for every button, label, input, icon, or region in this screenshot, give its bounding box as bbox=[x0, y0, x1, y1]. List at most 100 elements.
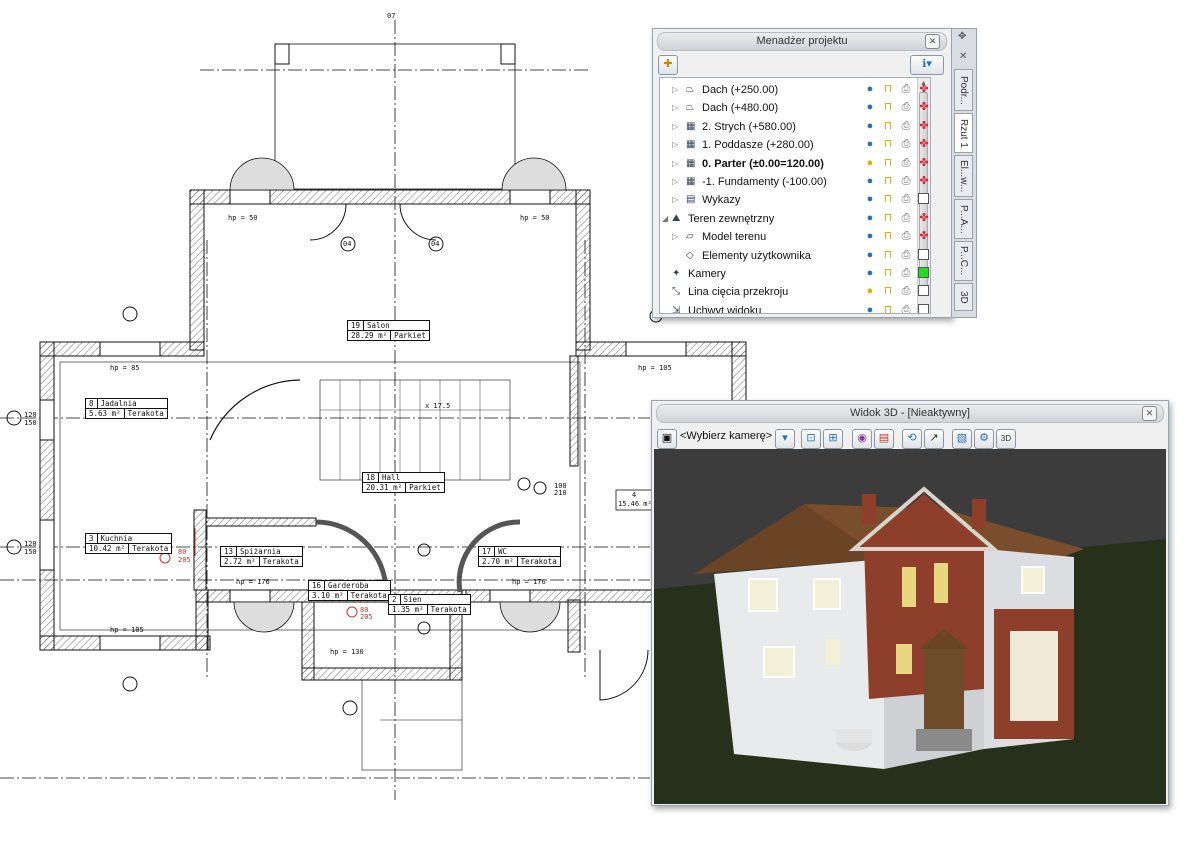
print-icon[interactable]: ⎙ bbox=[900, 138, 912, 150]
print-icon[interactable]: ⎙ bbox=[900, 120, 912, 132]
room-label-jadalnia[interactable]: 8 Jadalnia 5.63 m² Terakota bbox=[85, 398, 168, 419]
visibility-bulb-icon[interactable]: ● bbox=[864, 157, 876, 169]
print-icon[interactable]: ⎙ bbox=[900, 157, 912, 169]
tree-row[interactable]: ▷ ⏢ Dach (+250.00) ● ⊓ ⎙ ✤ bbox=[660, 81, 930, 99]
orbit-icon[interactable]: ⟲ bbox=[902, 429, 922, 449]
layer-colors-icon[interactable]: ✤ bbox=[918, 157, 930, 169]
print-icon[interactable]: ⎙ bbox=[900, 83, 912, 95]
print-icon[interactable]: ⎙ bbox=[900, 230, 912, 242]
lock-icon[interactable]: ⊓ bbox=[882, 157, 894, 169]
visibility-bulb-icon[interactable]: ● bbox=[864, 101, 876, 113]
tree-row[interactable]: ⇲ Uchwyt widoku ● ⊓ ⎙ bbox=[660, 302, 930, 313]
lock-icon[interactable]: ⊓ bbox=[882, 212, 894, 224]
expand-icon[interactable]: ▷ bbox=[672, 99, 680, 117]
display-options-icon[interactable]: ℹ▾ bbox=[910, 55, 944, 75]
close-icon[interactable]: ✕ bbox=[1142, 406, 1157, 421]
lock-icon[interactable]: ⊓ bbox=[882, 138, 894, 150]
tree-row[interactable]: ✦ Kamery ● ⊓ ⎙ bbox=[660, 265, 930, 283]
print-icon[interactable]: ⎙ bbox=[900, 267, 912, 279]
expand-icon[interactable]: ▷ bbox=[672, 136, 680, 154]
room-label-hall[interactable]: 18 Hall 20.31 m² Parkiet bbox=[362, 472, 445, 493]
lock-icon[interactable]: ⊓ bbox=[882, 83, 894, 95]
visibility-bulb-icon[interactable]: ● bbox=[864, 267, 876, 279]
export-image-icon[interactable]: ▧ bbox=[952, 429, 972, 449]
tab-podr[interactable]: Podr... bbox=[954, 69, 973, 111]
tab-3d[interactable]: 3D bbox=[954, 283, 973, 311]
tab-rzut-1[interactable]: Rzut 1 bbox=[954, 113, 973, 153]
room-label-spizarnia[interactable]: 13 Spiżarnia 2.72 m² Terakota bbox=[220, 546, 303, 567]
expand-icon[interactable]: ▷ bbox=[672, 118, 680, 136]
color-swatch-icon[interactable] bbox=[918, 248, 929, 260]
room-label-kuchnia[interactable]: 3 Kuchnia 10.42 m² Terakota bbox=[85, 533, 173, 554]
lock-icon[interactable]: ⊓ bbox=[882, 120, 894, 132]
expand-icon[interactable]: ▷ bbox=[672, 173, 680, 191]
tree-row[interactable]: ▷ ▦ 0. Parter (±0.00=120.00) ● ⊓ ⎙ ✤ bbox=[660, 155, 930, 173]
tab-p-c[interactable]: P...C... bbox=[954, 241, 973, 281]
color-swatch-icon[interactable] bbox=[918, 303, 929, 313]
tree-row[interactable]: ◢ ⛰ Teren zewnętrzny ● ⊓ ⎙ ✤ bbox=[660, 210, 930, 228]
layer-colors-icon[interactable]: ✤ bbox=[918, 230, 930, 242]
visibility-bulb-icon[interactable]: ● bbox=[864, 212, 876, 224]
collapse-icon[interactable]: ◢ bbox=[662, 210, 670, 228]
layer-colors-icon[interactable]: ✤ bbox=[918, 212, 930, 224]
color-swatch-icon[interactable] bbox=[918, 267, 929, 278]
tree-row[interactable]: ▷ ⏢ Dach (+480.00) ● ⊓ ⎙ ✤ bbox=[660, 99, 930, 117]
lock-icon[interactable]: ⊓ bbox=[882, 267, 894, 279]
camera-select[interactable]: <Wybierz kamerę> bbox=[680, 430, 772, 442]
tree-row[interactable]: ▷ ▦ -1. Fundamenty (-100.00) ● ⊓ ⎙ ✤ bbox=[660, 173, 930, 191]
visibility-bulb-icon[interactable]: ● bbox=[864, 304, 876, 313]
expand-icon[interactable]: ▷ bbox=[672, 81, 680, 99]
close-icon[interactable]: ✕ bbox=[925, 34, 940, 49]
visibility-bulb-icon[interactable]: ● bbox=[864, 120, 876, 132]
print-icon[interactable]: ⎙ bbox=[900, 212, 912, 224]
room-label-sien[interactable]: 2 Sien 1.35 m² Terakota bbox=[388, 594, 471, 615]
print-icon[interactable]: ⎙ bbox=[900, 304, 912, 313]
room-label-garderoba[interactable]: 16 Garderoba 3.10 m² Terakota bbox=[308, 580, 391, 601]
tree-row[interactable]: ▷ ▱ Model terenu ● ⊓ ⎙ ✤ bbox=[660, 228, 930, 246]
print-icon[interactable]: ⎙ bbox=[900, 175, 912, 187]
add-folder-icon[interactable]: ✚ bbox=[658, 55, 678, 75]
pin-icon[interactable]: ✥ bbox=[958, 31, 966, 42]
project-manager-titlebar[interactable]: Menadżer projektu ✕ bbox=[657, 32, 947, 51]
lock-icon[interactable]: ⊓ bbox=[882, 304, 894, 313]
wall-view-icon[interactable]: ▤ bbox=[874, 429, 894, 449]
tree-row[interactable]: ◇ Elementy użytkownika ● ⊓ ⎙ bbox=[660, 247, 930, 265]
tree-row[interactable]: ⤡ Lina cięcia przekroju ● ⊓ ⎙ bbox=[660, 283, 930, 301]
visibility-bulb-icon[interactable]: ● bbox=[864, 175, 876, 187]
expand-icon[interactable]: ▷ bbox=[672, 155, 680, 173]
3d-viewport[interactable] bbox=[654, 449, 1166, 804]
project-manager-panel[interactable]: Menadżer projektu ✕ ✚ ℹ▾ ▲ ▼ ▷⏢Dach (+25… bbox=[652, 28, 952, 318]
close-icon[interactable]: ✕ bbox=[959, 51, 967, 62]
tree-row[interactable]: ▷ ▤ Wykazy ● ⊓ ⎙ bbox=[660, 191, 930, 209]
room-label-salon[interactable]: 19 Salon 28.29 m² Parkiet bbox=[347, 320, 430, 341]
lock-icon[interactable]: ⊓ bbox=[882, 230, 894, 242]
zoom-extents-icon[interactable]: ⊡ bbox=[801, 429, 821, 449]
view-3d-titlebar[interactable]: Widok 3D - [Nieaktywny] ✕ bbox=[656, 404, 1164, 423]
visibility-bulb-icon[interactable]: ● bbox=[864, 83, 876, 95]
print-icon[interactable]: ⎙ bbox=[900, 249, 912, 261]
color-swatch-icon[interactable] bbox=[918, 193, 929, 205]
lock-icon[interactable]: ⊓ bbox=[882, 175, 894, 187]
view-3d-panel[interactable]: Widok 3D - [Nieaktywny] ✕ ▣ <Wybierz kam… bbox=[651, 400, 1169, 806]
print-icon[interactable]: ⎙ bbox=[900, 101, 912, 113]
tab-el-w[interactable]: El...w... bbox=[954, 155, 973, 197]
visibility-bulb-icon[interactable]: ● bbox=[864, 230, 876, 242]
color-swatch-icon[interactable] bbox=[918, 285, 929, 297]
tree-row[interactable]: ▷ ▦ 1. Poddasze (+280.00) ● ⊓ ⎙ ✤ bbox=[660, 136, 930, 154]
camera-icon[interactable]: ▣ bbox=[657, 429, 677, 449]
zoom-window-icon[interactable]: ⊞ bbox=[823, 429, 843, 449]
expand-icon[interactable]: ▷ bbox=[672, 228, 680, 246]
layer-colors-icon[interactable]: ✤ bbox=[918, 120, 930, 132]
tab-p-a[interactable]: P...A... bbox=[954, 199, 973, 239]
visibility-bulb-icon[interactable]: ● bbox=[864, 285, 876, 297]
layer-colors-icon[interactable]: ✤ bbox=[918, 175, 930, 187]
visibility-bulb-icon[interactable]: ● bbox=[864, 138, 876, 150]
render-icon[interactable]: ◉ bbox=[852, 429, 872, 449]
lock-icon[interactable]: ⊓ bbox=[882, 249, 894, 261]
view-3d-icon[interactable]: 3D bbox=[996, 429, 1016, 449]
project-tree[interactable]: ▲ ▼ ▷⏢Dach (+250.00)●⊓⎙✤▷⏢Dach (+480.00)… bbox=[659, 77, 931, 314]
expand-icon[interactable]: ▷ bbox=[672, 191, 680, 209]
visibility-bulb-icon[interactable]: ● bbox=[864, 249, 876, 261]
layer-colors-icon[interactable]: ✤ bbox=[918, 101, 930, 113]
layer-colors-icon[interactable]: ✤ bbox=[918, 83, 930, 95]
